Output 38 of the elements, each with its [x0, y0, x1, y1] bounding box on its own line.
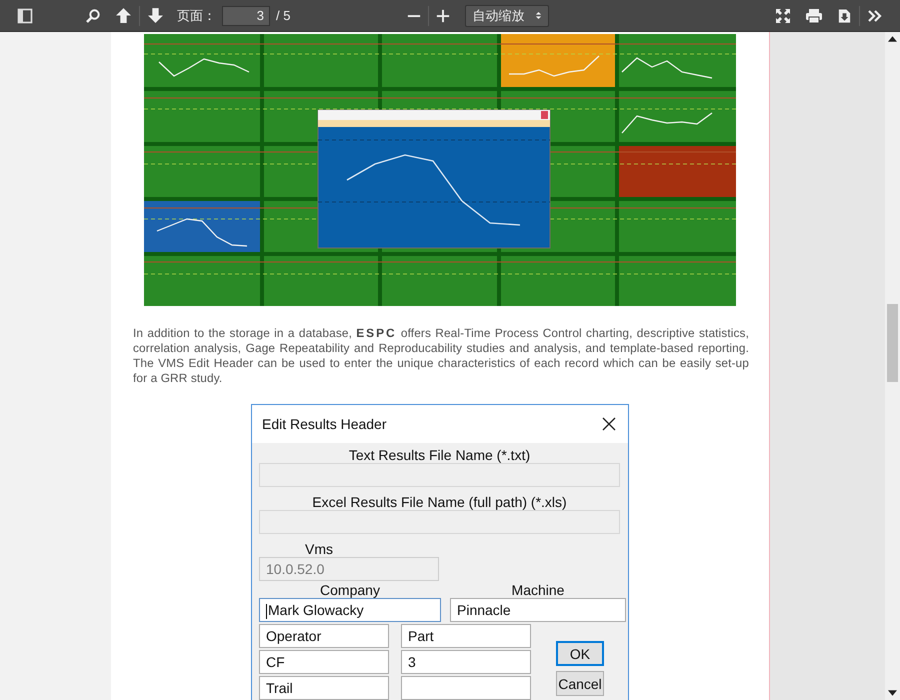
page-label: 页面：: [177, 6, 216, 24]
download-icon[interactable]: [837, 8, 852, 24]
fullscreen-icon[interactable]: [775, 8, 791, 24]
zoom-in-icon[interactable]: [436, 8, 450, 22]
dialog-title: Edit Results Header: [262, 416, 387, 432]
field-label: Excel Results File Name (full path) (*.xls): [312, 494, 567, 510]
input-field[interactable]: CF: [259, 650, 389, 674]
arrow-up-icon[interactable]: [115, 7, 132, 24]
scrollbar[interactable]: [885, 32, 900, 700]
dialog-button[interactable]: Cancel: [556, 671, 604, 696]
field-label: Text Results File Name (*.txt): [348, 447, 530, 463]
dialog-button[interactable]: OK: [556, 641, 604, 666]
description-paragraph: In addition to the storage in a database, ESPC offers Real-Time Process Control charting, descriptive statistics, correlation analysis, Gage Repeatability and Reproducability studies and analysis, and template-based reporting. The VMS Edit Header can be used to enter the unique characteristics of each record which can be easily set-up for a GRR study.: [133, 326, 749, 386]
page-number-field[interactable]: 3: [222, 6, 270, 26]
updown-caret-icon: [535, 10, 542, 21]
field-label: Company: [320, 582, 380, 598]
arrow-down-icon[interactable]: [147, 7, 164, 24]
scroll-thumb[interactable]: [887, 304, 898, 382]
scroll-down-icon[interactable]: [888, 690, 897, 696]
field-label: Machine: [512, 582, 564, 598]
input-field[interactable]: Trail: [259, 676, 389, 700]
input-field[interactable]: Mark Glowacky: [259, 598, 441, 622]
input-field[interactable]: Pinnacle: [450, 598, 626, 622]
input-field[interactable]: Operator: [259, 624, 389, 648]
print-icon[interactable]: [805, 8, 823, 24]
input-field[interactable]: 3: [401, 650, 531, 674]
search-icon[interactable]: [85, 8, 101, 24]
page-total: / 5: [276, 8, 290, 23]
input-field[interactable]: [401, 676, 531, 700]
input-field[interactable]: [259, 463, 620, 487]
zoom-select[interactable]: 自动缩放: [465, 4, 550, 26]
close-icon[interactable]: [602, 417, 616, 431]
sidebar-toggle-icon[interactable]: [17, 8, 33, 24]
input-field[interactable]: Part: [401, 624, 531, 648]
double-chevron-icon[interactable]: [867, 8, 883, 24]
input-field[interactable]: [259, 510, 620, 534]
scroll-up-icon[interactable]: [888, 36, 897, 42]
field-label: Vms: [305, 541, 334, 557]
